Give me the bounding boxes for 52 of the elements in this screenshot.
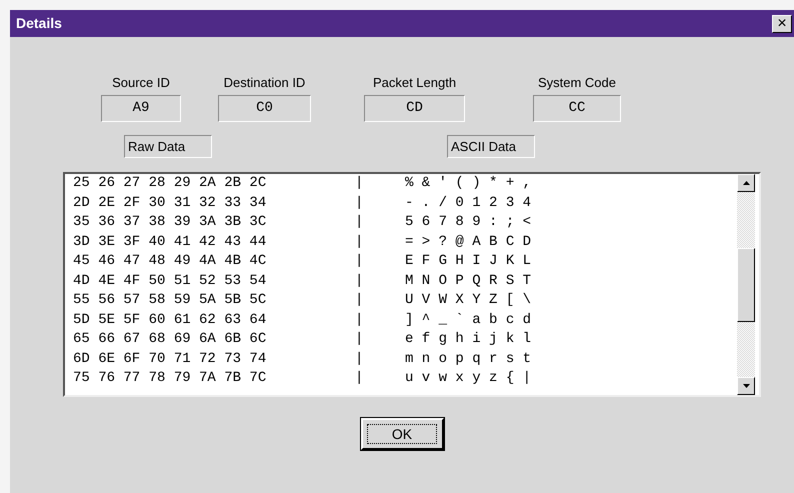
ok-button[interactable]: OK (360, 418, 444, 450)
column-separator: | (355, 350, 364, 368)
column-separator: | (355, 272, 364, 290)
column-separator: | (355, 194, 364, 212)
hex-bytes: 25 26 27 28 29 2A 2B 2C (73, 174, 268, 193)
ascii-characters: u v w x y z { | (405, 369, 532, 388)
close-button[interactable]: × (772, 14, 792, 32)
scroll-thumb[interactable] (737, 248, 755, 322)
column-separator: | (355, 213, 364, 232)
ascii-characters: - . / 0 1 2 3 4 (405, 194, 532, 212)
column-separator: | (355, 291, 364, 310)
ascii-characters: m n o p q r s t (405, 350, 532, 368)
ascii-characters: e f g h i j k l (405, 330, 532, 349)
field-label: System Code (538, 74, 616, 92)
hex-bytes: 45 46 47 48 49 4A 4B 4C (73, 252, 268, 271)
hex-bytes: 75 76 77 78 79 7A 7B 7C (73, 369, 268, 388)
value-field: A9 (101, 95, 181, 122)
column-header: ASCII Data (447, 135, 535, 158)
value-field: CD (364, 95, 465, 122)
value-field: C0 (218, 95, 311, 122)
window-title: Details (16, 14, 62, 33)
column-separator: | (355, 330, 364, 349)
hex-bytes: 3D 3E 3F 40 41 42 43 44 (73, 232, 268, 252)
column-separator: | (355, 232, 364, 252)
ascii-characters: 5 6 7 8 9 : ; < (405, 213, 532, 232)
ascii-characters: U V W X Y Z [ \ (405, 291, 532, 310)
up-arrow-icon (742, 181, 750, 185)
field-label: Destination ID (224, 74, 306, 92)
ascii-characters: = > ? @ A B C D (405, 232, 532, 252)
hex-bytes: 6D 6E 6F 70 71 72 73 74 (73, 350, 268, 368)
down-arrow-icon (742, 384, 750, 388)
hex-bytes: 35 36 37 38 39 3A 3B 3C (73, 213, 268, 232)
hex-bytes: 4D 4E 4F 50 51 52 53 54 (73, 272, 268, 290)
hex-bytes: 55 56 57 58 59 5A 5B 5C (73, 291, 268, 310)
scroll-down-button[interactable] (737, 377, 755, 395)
vertical-scrollbar[interactable] (737, 174, 755, 395)
column-separator: | (355, 252, 364, 271)
column-separator: | (355, 310, 364, 330)
column-separator: | (355, 369, 364, 388)
value-field: CC (533, 95, 621, 122)
column-header: Raw Data (124, 135, 212, 158)
ascii-characters: ] ^ _ ` a b c d (405, 310, 532, 330)
ascii-characters: E F G H I J K L (405, 252, 532, 271)
field-label: Source ID (112, 74, 170, 92)
hex-bytes: 5D 5E 5F 60 61 62 63 64 (73, 310, 268, 330)
hex-bytes: 2D 2E 2F 30 31 32 33 34 (73, 194, 268, 212)
field-label: Packet Length (372, 74, 456, 92)
scroll-up-button[interactable] (737, 174, 755, 192)
ascii-characters: M N O P Q R S T (405, 272, 532, 290)
ascii-characters: % & ' ( ) * + , (405, 174, 532, 193)
hex-bytes: 65 66 67 68 69 6A 6B 6C (73, 330, 268, 349)
column-separator: | (355, 174, 364, 193)
